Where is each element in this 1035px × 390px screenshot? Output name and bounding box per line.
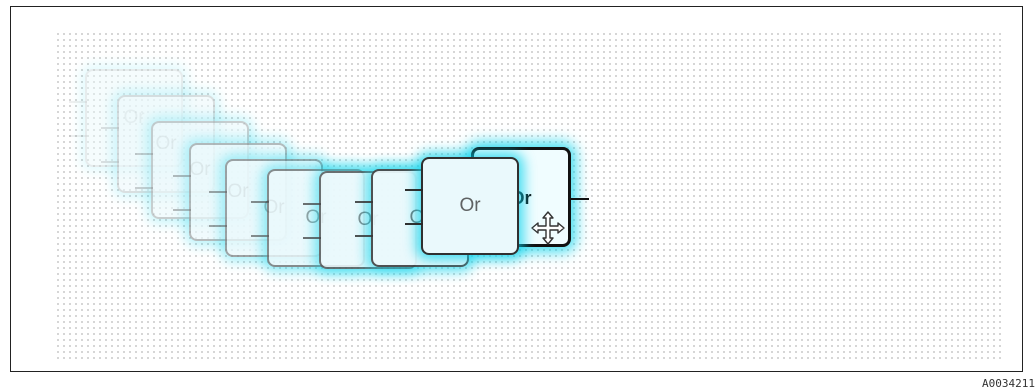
figure-id: A0034211 [982, 377, 1035, 390]
ghost-input-pin [69, 135, 87, 137]
ghost-input-pin [101, 161, 119, 163]
ghost-input-pin [173, 209, 191, 211]
ghost-input-pin [355, 235, 373, 237]
ghost-input-pin [405, 223, 423, 225]
move-cursor-icon [531, 211, 565, 245]
ghost-input-pin [135, 153, 153, 155]
ghost-input-pin [135, 187, 153, 189]
ghost-input-pin [251, 201, 269, 203]
ghost-input-pin [101, 127, 119, 129]
ghost-input-pin [303, 203, 321, 205]
ghost-input-pin [251, 235, 269, 237]
logic-editor-canvas[interactable]: OrOrOrOrOrOrOrOrOr Or [10, 6, 1023, 372]
ghost-input-pin [173, 175, 191, 177]
ghost-input-pin [209, 191, 227, 193]
ghost-input-pin [209, 225, 227, 227]
ghost-block: Or [405, 157, 519, 255]
ghost-input-pin [405, 189, 423, 191]
ghost-input-pin [303, 237, 321, 239]
ghost-input-pin [355, 201, 373, 203]
ghost-block-label: Or [459, 195, 481, 216]
ghost-input-pin [69, 101, 87, 103]
output-pin[interactable] [571, 198, 589, 200]
